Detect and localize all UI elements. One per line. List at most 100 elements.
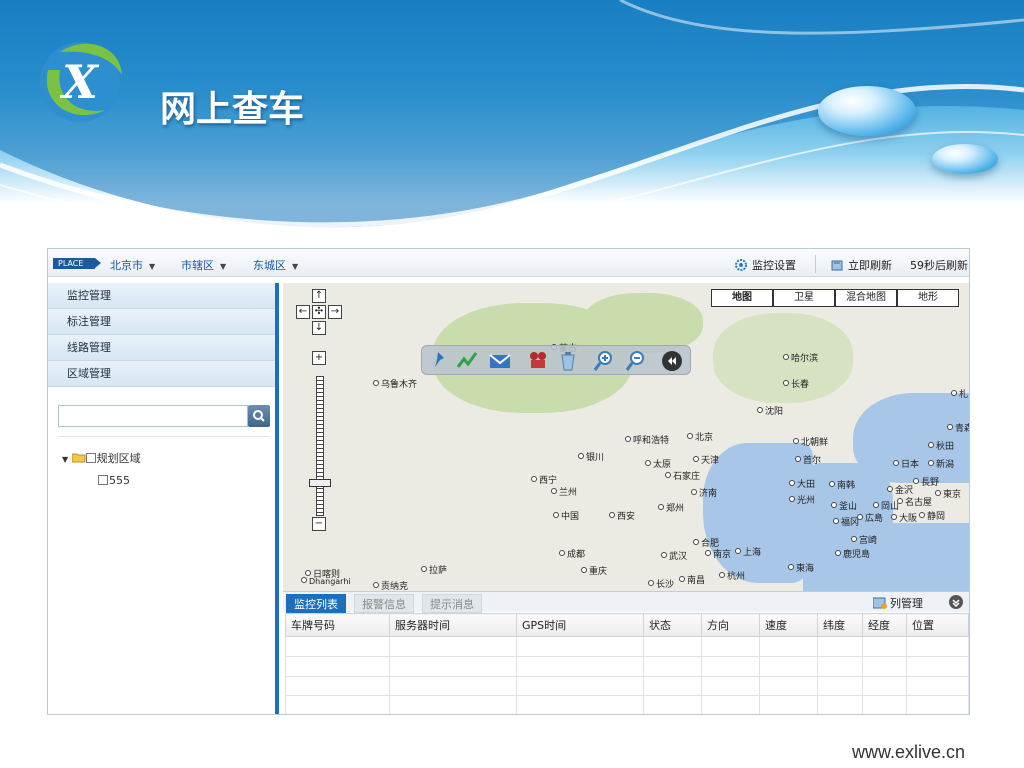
province-select[interactable]: 北京市 ▼ [110,257,155,273]
table-cell [516,675,644,697]
zoom-slider-thumb[interactable] [309,479,331,487]
column-header[interactable]: 纬度 [817,613,863,637]
top-toolbar: PLACE 北京市 ▼ 市辖区 ▼ 东城区 ▼ 监控设置 立即刷新 59秒后刷新 [48,249,969,277]
header-banner: X 网上查车 [0,0,1024,248]
mail-icon[interactable] [488,349,512,373]
map-type-map[interactable]: 地图 [711,289,773,307]
tab-tip-message[interactable]: 提示消息 [422,594,482,613]
place-badge: PLACE [53,258,101,269]
map-type-satellite[interactable]: 卫星 [773,289,835,307]
region-search [58,405,270,427]
column-header[interactable]: 状态 [643,613,702,637]
zoom-slider-track[interactable] [316,376,324,516]
map-type-terrain[interactable]: 地形 [897,289,959,307]
map-label: 长沙 [648,577,674,590]
map-label: 天津 [693,453,719,466]
pan-left-button[interactable]: ← [296,305,310,319]
pan-up-button[interactable]: ↑ [312,289,326,303]
table-row[interactable] [285,695,969,714]
zoom-out-button[interactable]: − [312,517,326,531]
table-cell [906,636,969,657]
map-label: 青森 [947,421,969,434]
trash-icon[interactable] [556,349,580,373]
column-header[interactable]: GPS时间 [516,613,644,637]
polyline-icon[interactable] [456,349,480,373]
map-label: 沈阳 [757,404,783,417]
tree-child-label: 555 [109,474,130,487]
map-label: 大田 [789,477,815,490]
table-cell [817,695,863,714]
table-cell [759,675,818,697]
map-label: 南昌 [679,573,705,586]
pan-right-button[interactable]: → [328,305,342,319]
sidebar-item-regions[interactable]: 区域管理 [48,361,275,387]
column-header[interactable]: 服务器时间 [389,613,517,637]
table-cell [701,636,760,657]
column-header[interactable]: 车牌号码 [285,613,390,637]
chevron-down-icon: ▼ [292,262,299,271]
column-manager-label: 列管理 [890,597,923,610]
province-label: 北京市 [110,259,143,272]
column-header[interactable]: 速度 [759,613,818,637]
pan-center-button[interactable]: ✣ [312,305,326,319]
zoom-in-icon[interactable] [592,349,616,373]
tab-monitor-list[interactable]: 监控列表 [286,594,346,613]
table-cell [759,636,818,657]
city-select[interactable]: 市辖区 ▼ [181,257,226,273]
table-cell [285,695,390,714]
column-header[interactable]: 位置 [906,613,969,637]
map-label: 长春 [783,377,809,390]
refresh-now-button[interactable]: 立即刷新 [830,257,892,273]
tree-node-root[interactable]: ▼ 规划区域 [62,450,141,466]
search-button[interactable] [248,405,270,427]
map-label: 福冈 [833,515,859,528]
zoom-out-icon[interactable] [624,349,648,373]
video-camera-icon[interactable] [526,349,550,373]
table-row[interactable] [285,675,969,697]
map-label: 济南 [691,486,717,499]
sidebar-item-monitor[interactable]: 监控管理 [48,283,275,309]
map-label: 広島 [857,511,883,524]
table-cell [389,636,517,657]
sidebar-item-markers[interactable]: 标注管理 [48,309,275,335]
table-row[interactable] [285,655,969,677]
auto-refresh-countdown: 59秒后刷新 [910,259,968,272]
map-label: 岡山 [873,499,899,512]
rewind-icon[interactable] [660,349,684,373]
map-tools-bar [421,345,691,375]
site-url: www.exlive.cn [852,742,966,762]
search-input[interactable] [58,405,248,427]
map-label: 贡纳克 [373,579,408,591]
map-type-hybrid[interactable]: 混合地图 [835,289,897,307]
zoom-in-button[interactable]: + [312,351,326,365]
column-header[interactable]: 经度 [862,613,907,637]
tab-alarm-info[interactable]: 报警信息 [354,594,414,613]
expand-arrow-icon[interactable]: ▼ [62,455,68,464]
column-manager-button[interactable]: 列管理 [872,595,923,611]
tree-node-child[interactable]: 555 [98,474,130,487]
map-view[interactable]: 蒙古 乌鲁木齐 哈尔滨 长春 沈阳 呼和浩特 北京 天津 北朝鲜 首尔 南韩 银… [283,283,969,591]
table-cell [643,636,702,657]
chevron-down-icon: ▼ [149,262,156,271]
tree-checkbox[interactable] [98,475,108,485]
map-label: 杭州 [719,569,745,582]
table-cell [643,655,702,677]
table-cell [285,636,390,657]
table-row[interactable] [285,636,969,657]
collapse-panel-button[interactable] [949,595,963,609]
pushpin-icon[interactable] [428,349,452,373]
table-cell [759,655,818,677]
tree-checkbox[interactable] [85,453,96,463]
map-label: 西安 [609,509,635,522]
map-label: 中国 [553,509,579,522]
district-select[interactable]: 东城区 ▼ [253,257,298,273]
map-label: 東京 [935,487,961,500]
map-label: 重庆 [581,564,607,577]
sidebar-item-routes[interactable]: 线路管理 [48,335,275,361]
monitor-settings-button[interactable]: 监控设置 [734,257,796,273]
tree-root-label: 规划区域 [96,452,141,465]
district-label: 东城区 [253,259,286,272]
column-header[interactable]: 方向 [701,613,760,637]
pan-down-button[interactable]: ↓ [312,321,326,335]
map-sea [883,523,969,591]
